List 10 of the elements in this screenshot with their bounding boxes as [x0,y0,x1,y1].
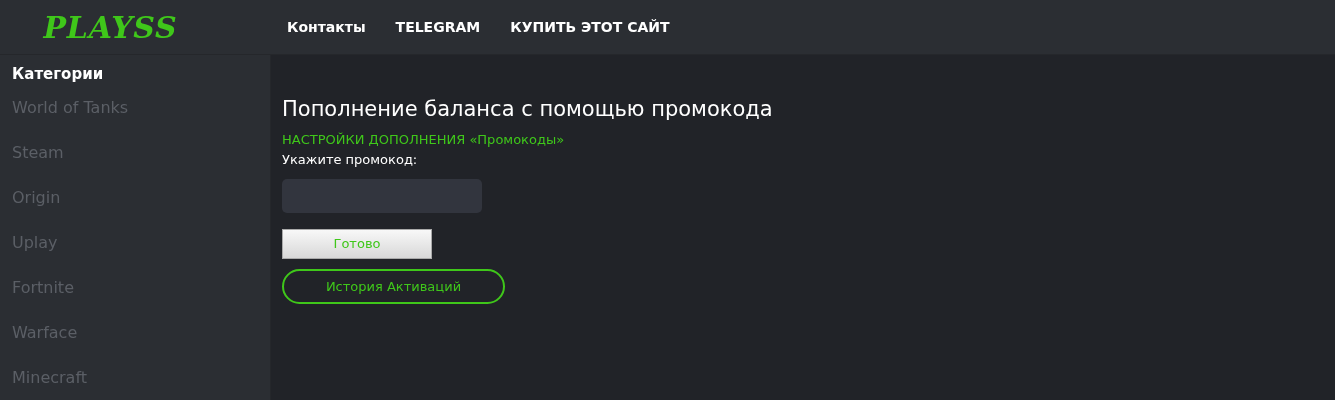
field-label: Укажите промокод: [282,151,419,169]
history-button[interactable]: История Активаций [282,269,505,304]
nav-link[interactable]: КУПИТЬ ЭТОТ САЙТ [510,16,670,38]
nav-link[interactable]: Контакты [287,16,366,38]
submit-button[interactable]: Готово [282,229,432,259]
section-subtitle: НАСТРОЙКИ ДОПОЛНЕНИЯ «Промокоды» [282,131,566,149]
nav-link[interactable]: TELEGRAM [395,16,481,38]
sidebar-title: Категории [12,64,105,85]
page-title: Пополнение баланса с помощью промокода [282,96,774,123]
site-logo[interactable]: PLAYSS [43,4,178,50]
